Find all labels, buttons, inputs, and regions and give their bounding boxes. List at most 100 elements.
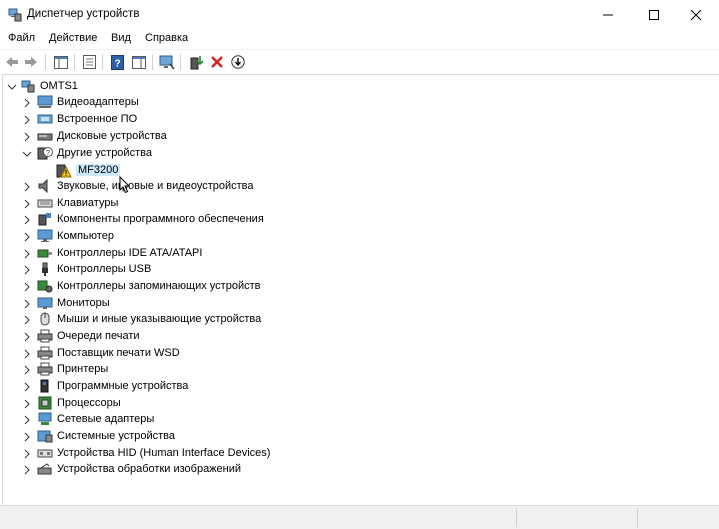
forward-button[interactable] xyxy=(22,53,40,71)
window-title: Диспетчер устройств xyxy=(27,8,140,20)
status-separator xyxy=(637,509,638,527)
tree-item-hid-devices[interactable]: Устройства HID (Human Interface Devices) xyxy=(37,445,270,461)
keyboard-icon xyxy=(37,195,53,211)
toolbar-separator xyxy=(102,54,103,70)
scanner-icon xyxy=(37,461,53,477)
tree-item-storage-controllers[interactable]: Контроллеры запоминающих устройств xyxy=(37,278,260,294)
chevron-right-icon[interactable] xyxy=(22,132,32,142)
tree-item-disk-drives[interactable]: Дисковые устройства xyxy=(37,128,167,144)
chevron-down-icon[interactable] xyxy=(7,82,17,92)
tree-item-label: Принтеры xyxy=(57,363,109,375)
menu-file[interactable]: Файл xyxy=(8,32,35,44)
help-button[interactable]: ? xyxy=(108,53,126,71)
chevron-right-icon[interactable] xyxy=(22,449,32,459)
tree-item-system-devices[interactable]: Системные устройства xyxy=(37,428,175,444)
tree-item-label: Устройства HID (Human Interface Devices) xyxy=(57,447,271,459)
minimize-icon xyxy=(603,14,613,16)
mouse-icon xyxy=(37,311,53,327)
chevron-right-icon[interactable] xyxy=(22,265,32,275)
action-pane-icon xyxy=(132,55,146,69)
tree-item-printers[interactable]: Принтеры xyxy=(37,361,108,377)
tree-item-network-adapters[interactable]: Сетевые адаптеры xyxy=(37,411,154,427)
chevron-right-icon[interactable] xyxy=(22,199,32,209)
chevron-right-icon[interactable] xyxy=(22,249,32,259)
tree-item-label: Встроенное ПО xyxy=(57,113,138,125)
system-device-icon xyxy=(37,428,53,444)
chevron-right-icon[interactable] xyxy=(22,399,32,409)
tree-item-imaging-devices[interactable]: Устройства обработки изображений xyxy=(37,461,241,477)
hid-icon xyxy=(37,445,53,461)
tree-item-software-components[interactable]: Компоненты программного обеспечения xyxy=(37,211,264,227)
tree-item-print-queues[interactable]: Очереди печати xyxy=(37,328,140,344)
disable-device-button[interactable] xyxy=(229,53,247,71)
chevron-down-icon[interactable] xyxy=(22,149,32,159)
tree-item-label: Клавиатуры xyxy=(57,197,119,209)
monitor-icon xyxy=(37,295,53,311)
chevron-right-icon[interactable] xyxy=(22,332,32,342)
tree-item-processors[interactable]: Процессоры xyxy=(37,395,121,411)
chevron-right-icon[interactable] xyxy=(22,215,32,225)
menu-action[interactable]: Действие xyxy=(49,32,97,44)
chevron-right-icon[interactable] xyxy=(22,415,32,425)
properties-button[interactable] xyxy=(80,53,98,71)
printer-icon xyxy=(37,328,53,344)
tree-item-software-devices[interactable]: Программные устройства xyxy=(37,378,188,394)
chevron-right-icon[interactable] xyxy=(22,315,32,325)
unknown-device-icon: ? xyxy=(37,145,53,161)
update-driver-button[interactable] xyxy=(188,53,206,71)
minimize-button[interactable] xyxy=(585,0,631,30)
tree-item-mf3200[interactable]: MF3200 xyxy=(56,162,121,178)
uninstall-device-button[interactable] xyxy=(208,53,226,71)
chevron-right-icon[interactable] xyxy=(22,349,32,359)
chevron-right-icon[interactable] xyxy=(22,299,32,309)
close-button[interactable] xyxy=(673,0,719,30)
tree-item-firmware[interactable]: Встроенное ПО xyxy=(37,111,137,127)
tree-item-ide-controllers[interactable]: Контроллеры IDE ATA/ATAPI xyxy=(37,245,202,261)
tree-item-other-devices[interactable]: ? Другие устройства xyxy=(37,145,152,161)
toolbar-separator xyxy=(180,54,181,70)
tree-item-label: MF3200 xyxy=(76,164,121,176)
svg-text:?: ? xyxy=(46,150,50,157)
processor-icon xyxy=(37,395,53,411)
show-hide-console-tree-button[interactable] xyxy=(52,53,70,71)
tree-item-label: Системные устройства xyxy=(57,430,176,442)
tree-item-label: Контроллеры USB xyxy=(57,263,152,275)
chevron-right-icon[interactable] xyxy=(22,282,32,292)
chevron-right-icon[interactable] xyxy=(22,465,32,475)
forward-arrow-icon xyxy=(25,57,37,67)
tree-item-usb-controllers[interactable]: Контроллеры USB xyxy=(37,261,151,277)
tree-item-display-adapters[interactable]: Видеоадаптеры xyxy=(37,94,139,110)
chevron-right-icon[interactable] xyxy=(22,98,32,108)
tree-item-monitors[interactable]: Мониторы xyxy=(37,295,110,311)
tree-item-sound-devices[interactable]: Звуковые, игровые и видеоустройства xyxy=(37,178,254,194)
tree-item-computer[interactable]: Компьютер xyxy=(37,228,114,244)
tree-root[interactable]: OMTS1 xyxy=(20,78,78,94)
chevron-right-icon[interactable] xyxy=(22,382,32,392)
chevron-right-icon[interactable] xyxy=(22,182,32,192)
tree-item-label: Мыши и иные указывающие устройства xyxy=(57,313,262,325)
tree-root-label: OMTS1 xyxy=(40,80,78,92)
scan-hardware-button[interactable] xyxy=(158,53,176,71)
tree-item-label: Программные устройства xyxy=(57,380,189,392)
maximize-button[interactable] xyxy=(631,0,677,30)
back-button[interactable] xyxy=(3,53,21,71)
menu-help[interactable]: Справка xyxy=(145,32,188,44)
chevron-right-icon[interactable] xyxy=(22,365,32,375)
chevron-right-icon[interactable] xyxy=(22,115,32,125)
tree-item-label: Видеоадаптеры xyxy=(57,96,139,108)
action-pane-button[interactable] xyxy=(130,53,148,71)
menu-view[interactable]: Вид xyxy=(111,32,131,44)
chevron-right-icon[interactable] xyxy=(22,232,32,242)
tree-item-keyboards[interactable]: Клавиатуры xyxy=(37,195,118,211)
tree-item-mice[interactable]: Мыши и иные указывающие устройства xyxy=(37,311,261,327)
tree-item-label: Мониторы xyxy=(57,297,110,309)
tree-item-wsd-print-provider[interactable]: Поставщик печати WSD xyxy=(37,345,180,361)
tree-item-label: Процессоры xyxy=(57,397,121,409)
tree-item-label: Поставщик печати WSD xyxy=(57,347,180,359)
tree-item-label: Контроллеры запоминающих устройств xyxy=(57,280,261,292)
mouse-cursor-icon xyxy=(119,176,131,194)
chevron-right-icon[interactable] xyxy=(22,432,32,442)
maximize-icon xyxy=(649,10,659,20)
download-circle-icon xyxy=(231,55,245,69)
back-arrow-icon xyxy=(6,57,18,67)
